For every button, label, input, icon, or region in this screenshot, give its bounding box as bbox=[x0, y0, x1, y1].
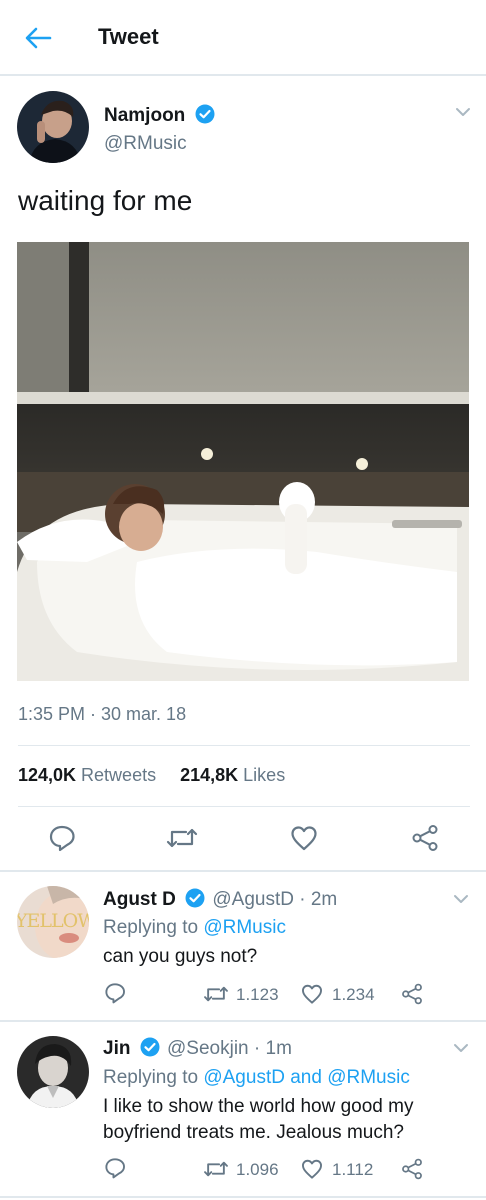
tweet-photo[interactable] bbox=[17, 242, 469, 681]
reply-handle-time: @Seokjin · 1m bbox=[167, 1038, 292, 1059]
retweet-icon[interactable] bbox=[203, 1158, 229, 1180]
tweet-author-name[interactable]: Namjoon bbox=[104, 104, 215, 127]
mention-link[interactable]: @RMusic bbox=[203, 917, 286, 938]
chevron-down-icon[interactable] bbox=[453, 893, 469, 905]
reply-handle-time: @AgustD · 2m bbox=[212, 889, 338, 910]
reply-author-name[interactable]: Jin @Seokjin · 1m bbox=[103, 1037, 292, 1060]
mention-link[interactable]: @AgustD and @RMusic bbox=[203, 1067, 409, 1088]
reply-icon[interactable] bbox=[104, 1157, 126, 1179]
retweets-stat[interactable]: 124,0K Retweets bbox=[18, 765, 156, 785]
share-icon[interactable] bbox=[401, 983, 423, 1005]
reply-icon[interactable] bbox=[104, 982, 126, 1004]
avatar-overlay-text: YELLOW bbox=[17, 910, 89, 932]
chevron-down-icon[interactable] bbox=[455, 106, 471, 118]
divider bbox=[18, 745, 470, 746]
section-divider bbox=[0, 1196, 486, 1198]
like-icon[interactable] bbox=[301, 1158, 323, 1180]
avatar-namjoon[interactable] bbox=[17, 91, 89, 163]
likes-stat[interactable]: 214,8K Likes bbox=[180, 765, 285, 785]
share-icon[interactable] bbox=[401, 1158, 423, 1180]
page-title: Tweet bbox=[98, 24, 159, 49]
verified-badge-icon bbox=[195, 104, 215, 124]
like-icon[interactable] bbox=[301, 983, 323, 1005]
reply-author-name[interactable]: Agust D @AgustD · 2m bbox=[103, 888, 337, 911]
section-divider bbox=[0, 1020, 486, 1022]
tweet-author-handle[interactable]: @RMusic bbox=[104, 133, 187, 155]
reply-text: I like to show the world how good my boy… bbox=[103, 1094, 414, 1146]
top-bar: Tweet bbox=[0, 0, 486, 76]
retweet-count: 1.123 bbox=[236, 985, 279, 1004]
reply-text: can you guys not? bbox=[103, 946, 258, 967]
verified-badge-icon bbox=[185, 888, 205, 908]
like-count: 1.234 bbox=[332, 985, 375, 1004]
retweet-icon[interactable] bbox=[203, 983, 229, 1005]
back-arrow-icon[interactable] bbox=[24, 26, 52, 50]
retweet-icon[interactable] bbox=[166, 824, 198, 852]
like-count: 1.112 bbox=[332, 1160, 374, 1179]
verified-badge-icon bbox=[140, 1037, 160, 1057]
replying-to: Replying to @AgustD and @RMusic bbox=[103, 1067, 410, 1088]
tweet-timestamp: 1:35 PM · 30 mar. 18 bbox=[18, 704, 187, 724]
divider bbox=[18, 806, 470, 807]
avatar-agustd[interactable]: YELLOW bbox=[17, 886, 89, 958]
share-icon[interactable] bbox=[411, 824, 439, 852]
avatar-jin[interactable] bbox=[17, 1036, 89, 1108]
retweet-count: 1.096 bbox=[236, 1160, 279, 1179]
reply-text-line: I like to show the world how good my bbox=[103, 1096, 414, 1117]
reply-icon[interactable] bbox=[48, 824, 76, 852]
tweet-text: waiting for me bbox=[18, 185, 193, 216]
reply-text-line: boyfriend treats me. Jealous much? bbox=[103, 1122, 404, 1143]
tweet-stats: 124,0K Retweets 214,8K Likes bbox=[18, 765, 285, 786]
section-divider bbox=[0, 870, 486, 872]
like-icon[interactable] bbox=[290, 824, 318, 852]
replying-to: Replying to @RMusic bbox=[103, 917, 286, 938]
chevron-down-icon[interactable] bbox=[453, 1042, 469, 1054]
